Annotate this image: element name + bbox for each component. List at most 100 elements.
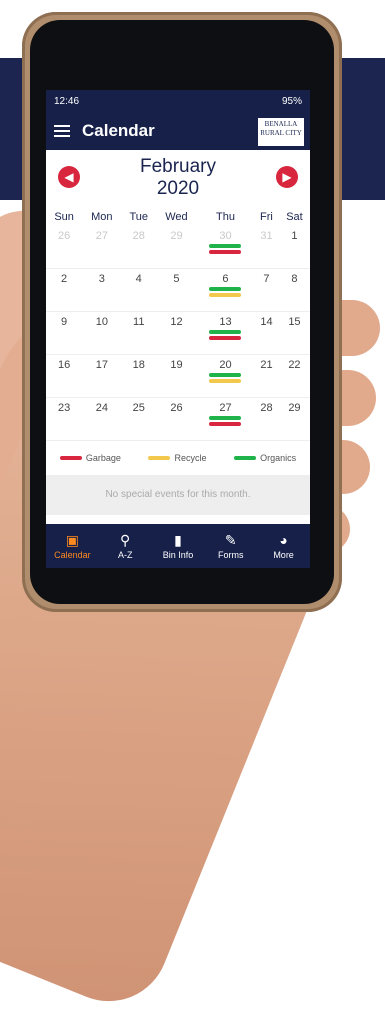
calendar-day-cell[interactable]: 22 — [278, 354, 310, 398]
calendar-day-cell[interactable]: 15 — [278, 311, 310, 355]
legend-label: Organics — [260, 453, 297, 463]
day-number: 23 — [57, 402, 71, 414]
calendar-day-cell[interactable]: 29 — [278, 397, 310, 441]
calendar-week-row: 16 17 18 19 20 21 22 — [46, 354, 310, 398]
calendar-day-cell[interactable]: 26 — [46, 226, 83, 269]
garbage-collection-marker — [209, 422, 242, 426]
organics-collection-marker — [209, 330, 242, 334]
calendar-day-cell[interactable]: 12 — [155, 311, 197, 355]
recycle-collection-marker — [209, 293, 242, 297]
calendar-day-cell[interactable]: 28 — [121, 226, 156, 269]
calendar-week-row: 2 3 4 5 6 7 8 — [46, 268, 310, 312]
day-number: 3 — [98, 273, 105, 285]
nav-label: A-Z — [117, 550, 133, 560]
nav-forms[interactable]: ✎ Forms — [206, 532, 256, 560]
organics-collection-marker — [209, 244, 242, 248]
legend-swatch — [148, 456, 171, 460]
day-number: 26 — [57, 230, 71, 242]
next-month-button[interactable]: ▶ — [276, 166, 298, 188]
calendar-day-cell[interactable]: 27 — [196, 397, 255, 441]
calendar-day-cell[interactable]: 16 — [46, 354, 83, 398]
day-number: 1 — [291, 230, 298, 242]
app-bar: Calendar BENALLA RURAL CITY — [46, 112, 310, 150]
more-icon: ◕ — [279, 532, 288, 548]
calendar-day-cell[interactable]: 10 — [82, 311, 122, 355]
nav-label: More — [273, 550, 294, 560]
weekday-header: Thu — [216, 211, 235, 223]
month-name: February — [139, 156, 217, 177]
calendar-day-cell[interactable]: 5 — [155, 268, 197, 312]
calendar-day-cell[interactable]: 24 — [82, 397, 122, 441]
legend-swatch — [234, 456, 257, 460]
day-number: 13 — [219, 316, 232, 328]
recycle-collection-marker — [209, 379, 242, 383]
calendar-day-cell[interactable]: 27 — [82, 226, 122, 269]
bin-icon: ▮ — [174, 532, 182, 548]
calendar-day-cell[interactable]: 2 — [46, 268, 83, 312]
weekday-header: Fri — [260, 211, 273, 223]
calendar-day-cell[interactable]: 11 — [121, 311, 156, 355]
menu-icon[interactable] — [54, 125, 70, 137]
weekday-header: Wed — [165, 211, 188, 223]
legend-label: Recycle — [174, 453, 207, 463]
day-number: 30 — [219, 230, 232, 242]
nav-a-z[interactable]: ⚲ A-Z — [100, 532, 150, 560]
day-number: 4 — [135, 273, 142, 285]
organics-collection-marker — [209, 373, 242, 377]
nav-more[interactable]: ◕ More — [259, 532, 309, 560]
day-number: 31 — [260, 230, 273, 242]
day-number: 27 — [95, 230, 108, 242]
calendar-day-cell[interactable]: 19 — [155, 354, 197, 398]
calendar-day-cell[interactable]: 3 — [82, 268, 122, 312]
bottom-navigation: ▣ Calendar ⚲ A-Z ▮ Bin Info ✎ Forms ◕ More — [46, 524, 310, 568]
page-title: Calendar — [82, 121, 155, 140]
month-title: February 2020 — [46, 150, 310, 200]
nav-calendar[interactable]: ▣ Calendar — [47, 532, 97, 560]
calendar-day-cell[interactable]: 7 — [254, 268, 279, 312]
calendar-day-cell[interactable]: 25 — [121, 397, 156, 441]
legend-swatch — [59, 456, 82, 460]
calendar-day-cell[interactable]: 29 — [155, 226, 197, 269]
day-number: 26 — [170, 402, 183, 414]
calendar-day-cell[interactable]: 26 — [155, 397, 197, 441]
calendar-day-cell[interactable]: 31 — [254, 226, 279, 269]
search-icon: ⚲ — [120, 532, 131, 548]
calendar-day-cell[interactable]: 13 — [196, 311, 255, 355]
nav-label: Calendar — [54, 550, 91, 560]
calendar-day-cell[interactable]: 20 — [196, 354, 255, 398]
nav-bin-info[interactable]: ▮ Bin Info — [153, 532, 203, 560]
day-number: 27 — [219, 402, 232, 414]
day-number: 20 — [219, 359, 232, 371]
calendar-day-cell[interactable]: 6 — [196, 268, 255, 312]
day-number: 9 — [61, 316, 68, 328]
day-number: 28 — [260, 402, 273, 414]
weekday-header: Sun — [54, 211, 74, 223]
calendar-day-cell[interactable]: 9 — [46, 311, 83, 355]
garbage-collection-marker — [209, 336, 242, 340]
legend-item-recycle: Recycle — [148, 453, 207, 463]
day-number: 15 — [288, 316, 301, 328]
day-number: 16 — [57, 359, 71, 371]
day-number: 29 — [170, 230, 183, 242]
calendar-day-cell[interactable]: 21 — [254, 354, 279, 398]
calendar-day-cell[interactable]: 1 — [278, 226, 310, 269]
status-battery: 95% — [281, 95, 302, 107]
legend-item-garbage: Garbage — [59, 453, 121, 463]
day-number: 21 — [260, 359, 273, 371]
bin-legend: Garbage Recycle Organics — [46, 441, 310, 475]
previous-month-button[interactable]: ◀ — [58, 166, 80, 188]
status-bar: 12:46 95% — [46, 90, 310, 112]
day-number: 25 — [132, 402, 145, 414]
calendar-day-cell[interactable]: 4 — [121, 268, 156, 312]
calendar-day-cell[interactable]: 28 — [254, 397, 279, 441]
calendar-day-cell[interactable]: 17 — [82, 354, 122, 398]
day-number: 8 — [291, 273, 298, 285]
day-number: 22 — [288, 359, 301, 371]
calendar-day-cell[interactable]: 23 — [46, 397, 83, 441]
calendar-day-cell[interactable]: 18 — [121, 354, 156, 398]
weekday-header: Mon — [91, 211, 113, 223]
calendar-day-cell[interactable]: 14 — [254, 311, 279, 355]
day-number: 14 — [260, 316, 273, 328]
calendar-day-cell[interactable]: 8 — [278, 268, 310, 312]
calendar-day-cell[interactable]: 30 — [196, 226, 255, 269]
